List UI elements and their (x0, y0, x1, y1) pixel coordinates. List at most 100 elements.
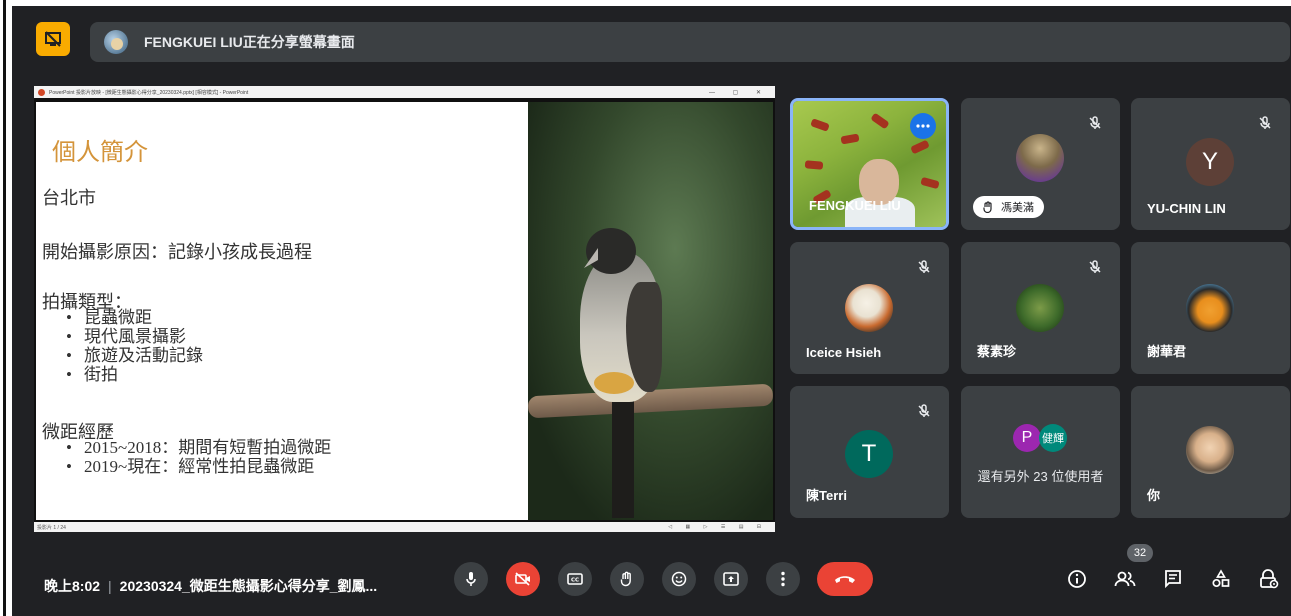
raised-hand-chip: 馮美滿 (973, 196, 1044, 218)
host-controls-icon (1260, 569, 1279, 589)
more-options-button[interactable] (910, 113, 936, 139)
participant-name: 謝華君 (1147, 344, 1187, 359)
mic-off-icon (1259, 116, 1271, 129)
participant-count-badge: 32 (1127, 544, 1153, 562)
slide-types-list: 昆蟲微距 現代風景攝影 旅遊及活動記錄 街拍 (66, 308, 203, 384)
camera-off-icon (515, 572, 530, 586)
left-border (3, 0, 6, 616)
powerpoint-logo-icon (38, 88, 45, 96)
meet-window: FENGKUEI LIU正在分享螢幕畫面 PowerPoint 投影片放映 - … (12, 6, 1291, 616)
bug (870, 112, 890, 130)
mic-off-indicator (1252, 110, 1278, 136)
avatar: Y (1186, 138, 1234, 186)
presenter-avatar (104, 30, 128, 54)
avatar: P (1013, 424, 1041, 452)
mic-icon (466, 572, 476, 586)
meeting-info-button[interactable] (1064, 566, 1090, 592)
more-options-button[interactable] (766, 562, 800, 596)
call-end-icon (835, 576, 855, 583)
bird-photo (528, 102, 773, 520)
mic-off-icon (1089, 116, 1101, 129)
slide-reason: 開始攝影原因：記錄小孩成長過程 (42, 242, 312, 262)
avatar (845, 284, 893, 332)
chat-icon (1165, 570, 1181, 589)
presenting-banner: FENGKUEI LIU正在分享螢幕畫面 (90, 22, 1290, 62)
meeting-title: 20230324_微距生態攝影心得分享_劉鳳... (119, 578, 378, 594)
slide-city: 台北市 (42, 188, 96, 208)
participant-tile-2[interactable]: 馮美滿 (961, 98, 1120, 230)
list-item: 2015~2018：期間有短暫拍過微距 (66, 438, 331, 457)
present-stop-icon (45, 31, 61, 47)
others-tile[interactable]: P 健輝 還有另外 23 位使用者 (961, 386, 1120, 518)
mic-off-indicator (1082, 110, 1108, 136)
stop-presenting-button[interactable] (36, 22, 70, 56)
list-item: 2019~現在：經常性拍昆蟲微距 (66, 457, 331, 476)
slide: 個人簡介 台北市 開始攝影原因：記錄小孩成長過程 拍攝類型： 昆蟲微距 現代風景… (36, 102, 773, 520)
info-icon (1068, 570, 1086, 588)
captions-icon: CC (567, 573, 583, 585)
raise-hand-icon (620, 571, 631, 587)
present-screen-icon (723, 572, 739, 586)
people-icon (1114, 571, 1136, 587)
ppt-window-title: PowerPoint 投影片放映 - [微距生態攝影心得分享_20230324.… (49, 89, 249, 96)
bird-head (586, 228, 636, 274)
mic-off-icon (918, 260, 930, 273)
avatar (1016, 284, 1064, 332)
list-item: 旅遊及活動記錄 (66, 346, 203, 365)
meeting-details: 晚上8:02 | 20230324_微距生態攝影心得分享_劉鳳... (44, 576, 377, 596)
bug (920, 176, 940, 190)
ppt-titlebar: PowerPoint 投影片放映 - [微距生態攝影心得分享_20230324.… (34, 86, 775, 98)
slide-counter: 投影片 1 / 24 (37, 524, 66, 531)
avatar: T (845, 430, 893, 478)
reactions-button[interactable] (662, 562, 696, 596)
slide-exp-list: 2015~2018：期間有短暫拍過微距 2019~現在：經常性拍昆蟲微距 (66, 438, 331, 476)
activities-button[interactable] (1208, 566, 1234, 592)
ppt-statusbar: 投影片 1 / 24 ◁ ▦ ▷ ☰ ▤ ⊟ (34, 522, 775, 532)
avatar (1016, 134, 1064, 182)
slide-title: 個人簡介 (52, 140, 148, 166)
shared-screen: PowerPoint 投影片放映 - [微距生態攝影心得分享_20230324.… (34, 86, 775, 532)
more-vert-icon (781, 571, 785, 587)
participant-tile-5[interactable]: 蔡素珍 (961, 242, 1120, 374)
raise-hand-button[interactable] (610, 562, 644, 596)
self-tile[interactable]: 你 (1131, 386, 1290, 518)
participant-tile-3[interactable]: Y YU-CHIN LIN (1131, 98, 1290, 230)
chat-button[interactable] (1160, 566, 1186, 592)
participant-name: 馮美滿 (1001, 202, 1034, 214)
camera-button[interactable] (506, 562, 540, 596)
mic-off-icon (918, 404, 930, 417)
slide-text-area: 個人簡介 台北市 開始攝影原因：記錄小孩成長過程 拍攝類型： 昆蟲微距 現代風景… (36, 102, 528, 520)
present-button[interactable] (714, 562, 748, 596)
bug (910, 139, 930, 155)
participant-tile-fengkuei[interactable]: FENGKUEI LIU (790, 98, 949, 230)
participant-tile-4[interactable]: Iceice Hsieh (790, 242, 949, 374)
participant-name: FENGKUEI LIU (809, 198, 901, 213)
divider: | (108, 578, 112, 594)
activities-icon (1212, 569, 1230, 588)
participant-tile-6[interactable]: 謝華君 (1131, 242, 1290, 374)
mic-button[interactable] (454, 562, 488, 596)
participant-name: 陳Terri (806, 488, 847, 503)
leave-call-button[interactable] (817, 562, 873, 596)
avatar (1186, 284, 1234, 332)
bird-tail (612, 400, 634, 518)
participant-name: 蔡素珍 (977, 344, 1017, 359)
svg-text:CC: CC (571, 578, 579, 584)
bug (804, 160, 824, 170)
list-item: 昆蟲微距 (66, 308, 203, 327)
people-button[interactable] (1112, 566, 1138, 592)
list-item: 現代風景攝影 (66, 327, 203, 346)
avatar: 健輝 (1039, 424, 1067, 452)
window-controls: — ▢ ✕ (708, 89, 769, 96)
bird-vent (594, 372, 634, 394)
bug (840, 133, 860, 145)
mic-off-indicator (911, 398, 937, 424)
participant-name: YU-CHIN LIN (1147, 201, 1226, 216)
captions-button[interactable]: CC (558, 562, 592, 596)
bug (810, 118, 830, 132)
more-horiz-icon (916, 124, 930, 128)
mic-off-icon (1089, 260, 1101, 273)
current-time: 晚上8:02 (44, 578, 101, 594)
host-controls-button[interactable] (1256, 566, 1282, 592)
participant-tile-7[interactable]: T 陳Terri (790, 386, 949, 518)
